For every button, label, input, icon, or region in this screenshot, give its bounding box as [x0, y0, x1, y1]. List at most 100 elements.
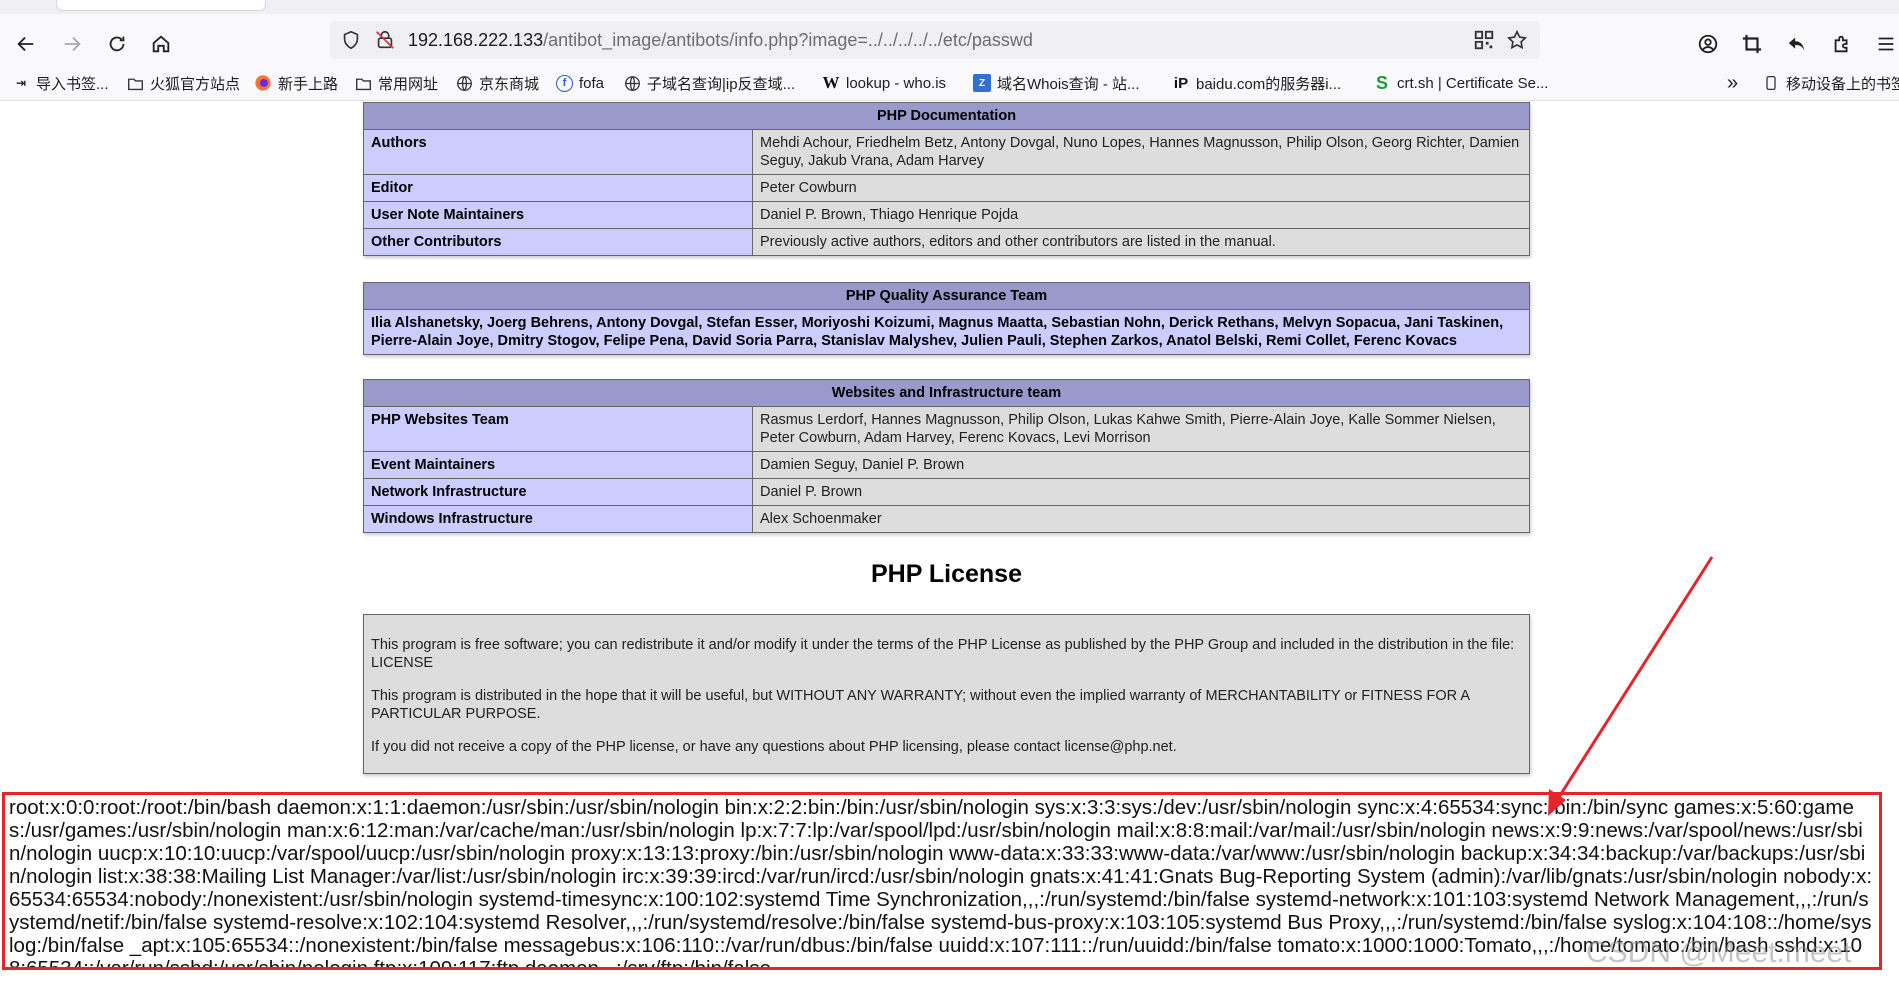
- table-row: User Note Maintainers Daniel P. Brown, Th…: [363, 201, 1530, 229]
- bookmark-common-urls[interactable]: 常用网址: [354, 73, 438, 93]
- row-key: User Note Maintainers: [363, 201, 753, 229]
- bookmark-baidu-ip[interactable]: iP baidu.com的服务器i...: [1172, 73, 1341, 93]
- table-row: Editor Peter Cowburn: [363, 174, 1530, 202]
- account-icon: [1698, 34, 1718, 54]
- php-qa-team-table: PHP Quality Assurance Team Ilia Alshanet…: [363, 282, 1530, 355]
- active-tab[interactable]: [56, 0, 266, 11]
- row-key: Other Contributors: [363, 228, 753, 256]
- table-header: Websites and Infrastructure team: [363, 379, 1530, 407]
- bookmark-label: 导入书签...: [36, 75, 109, 93]
- forward-button[interactable]: [58, 30, 86, 58]
- bookmark-label: 子域名查询|ip反查域...: [647, 75, 796, 93]
- watermark: CSDN @Meet.meet: [1586, 936, 1852, 969]
- fofa-icon: f: [556, 74, 573, 92]
- row-key: Authors: [363, 129, 753, 175]
- qr-code-icon[interactable]: [1473, 29, 1495, 51]
- chevron-double-right-icon: »: [1727, 71, 1739, 94]
- site-icon: Z: [973, 74, 991, 92]
- row-key: Network Infrastructure: [363, 478, 753, 506]
- crtsh-icon: S: [1375, 72, 1388, 93]
- bookmark-label: 常用网址: [378, 75, 439, 93]
- row-value: Damien Seguy, Daniel P. Brown: [752, 451, 1530, 479]
- bookmark-whois-query[interactable]: Z 域名Whois查询 - 站...: [973, 73, 1140, 93]
- menu-button[interactable]: [1872, 30, 1899, 58]
- globe-icon: [623, 74, 641, 92]
- license-paragraph: This program is distributed in the hope …: [371, 688, 1470, 722]
- bookmark-label: baidu.com的服务器i...: [1196, 75, 1342, 93]
- row-key: Event Maintainers: [363, 451, 753, 479]
- table-row: Authors Mehdi Achour, Friedhelm Betz, Ant…: [363, 129, 1530, 175]
- mobile-bookmarks[interactable]: 移动设备上的书签: [1762, 73, 1899, 93]
- bookmark-crtsh[interactable]: Scrt.sh | Certificate Se...: [1373, 73, 1548, 93]
- firefox-icon: [254, 74, 272, 92]
- extensions-button[interactable]: [1828, 30, 1856, 58]
- navigation-toolbar: 192.168.222.133/antibot_image/antibots/i…: [0, 14, 1899, 66]
- bookmark-fofa[interactable]: f fofa: [556, 73, 604, 93]
- crop-icon: [1742, 34, 1762, 54]
- table-row: Other Contributors Previously active auth…: [363, 228, 1530, 256]
- url-host: 192.168.222.133: [408, 30, 544, 50]
- tab-strip: [0, 0, 1899, 14]
- row-value: Previously active authors, editors and o…: [752, 228, 1530, 256]
- license-text-box: This program is free software; you can r…: [363, 614, 1530, 774]
- table-row: Ilia Alshanetsky, Joerg Behrens, Antony …: [363, 309, 1530, 355]
- undo-icon: [1788, 37, 1805, 51]
- insecure-lock-icon[interactable]: [374, 29, 396, 51]
- globe-icon: [455, 74, 473, 92]
- home-button[interactable]: [147, 30, 175, 58]
- bookmark-whois-lookup[interactable]: Wlookup - who.is: [822, 73, 947, 93]
- license-heading: PHP License: [870, 560, 1022, 588]
- bookmark-label: 移动设备上的书签: [1786, 75, 1899, 93]
- table-row: Event Maintainers Damien Seguy, Daniel P.…: [363, 451, 1530, 479]
- row-value: Daniel P. Brown: [752, 478, 1530, 506]
- folder-icon: [126, 74, 144, 92]
- address-bar[interactable]: 192.168.222.133/antibot_image/antibots/i…: [330, 21, 1540, 59]
- bookmark-jd[interactable]: 京东商城: [455, 73, 539, 93]
- bookmark-getting-started[interactable]: 新手上路: [254, 73, 338, 93]
- undo-button[interactable]: [1783, 30, 1811, 58]
- puzzle-icon: [1834, 35, 1848, 53]
- reload-icon: [109, 36, 125, 52]
- bookmark-firefox-site[interactable]: 火狐官方站点: [126, 73, 240, 93]
- mobile-device-icon: [1762, 74, 1780, 92]
- qa-team-members: Ilia Alshanetsky, Joerg Behrens, Antony …: [363, 309, 1530, 355]
- table-row: Windows Infrastructure Alex Schoenmaker: [363, 505, 1530, 533]
- reload-button[interactable]: [103, 30, 131, 58]
- table-header: PHP Quality Assurance Team: [363, 282, 1530, 310]
- back-button[interactable]: [12, 30, 40, 58]
- url-path: /antibot_image/antibots/info.php?image=.…: [543, 30, 1033, 50]
- bookmark-label: crt.sh | Certificate Se...: [1397, 74, 1549, 92]
- bookmark-label: 新手上路: [278, 75, 339, 93]
- bookmark-import[interactable]: ⇥ 导入书签...: [12, 73, 109, 93]
- home-icon: [152, 35, 170, 53]
- bookmarks-overflow-button[interactable]: »: [1727, 71, 1739, 94]
- whois-icon: W: [822, 73, 840, 92]
- table-header: PHP Documentation: [363, 102, 1530, 130]
- bookmark-label: 火狐官方站点: [150, 75, 241, 93]
- row-value: Peter Cowburn: [752, 174, 1530, 202]
- ip-icon: iP: [1173, 74, 1189, 92]
- back-arrow-icon: [17, 36, 34, 52]
- import-icon: ⇥: [15, 76, 27, 90]
- bookmark-label: fofa: [579, 74, 605, 92]
- row-key: Editor: [363, 174, 753, 202]
- account-button[interactable]: [1694, 30, 1722, 58]
- screenshot-button[interactable]: [1738, 30, 1766, 58]
- license-paragraph: If you did not receive a copy of the PHP…: [371, 739, 1177, 755]
- row-value: Alex Schoenmaker: [752, 505, 1530, 533]
- bookmark-subdomain[interactable]: 子域名查询|ip反查域...: [623, 73, 795, 93]
- websites-infrastructure-table: Websites and Infrastructure team PHP Web…: [363, 379, 1530, 533]
- row-value: Daniel P. Brown, Thiago Henrique Pojda: [752, 201, 1530, 229]
- license-paragraph: This program is free software; you can r…: [371, 637, 1515, 671]
- folder-icon: [354, 74, 372, 92]
- row-value: Mehdi Achour, Friedhelm Betz, Antony Dov…: [752, 129, 1530, 175]
- row-value: Rasmus Lerdorf, Hannes Magnusson, Philip…: [752, 406, 1530, 452]
- table-row: Network Infrastructure Daniel P. Brown: [363, 478, 1530, 506]
- url-text: 192.168.222.133/antibot_image/antibots/i…: [408, 30, 1033, 51]
- bookmark-star-icon[interactable]: [1506, 29, 1528, 51]
- forward-arrow-icon: [64, 36, 81, 52]
- shield-icon[interactable]: [340, 29, 362, 51]
- hamburger-menu-icon: [1878, 37, 1893, 51]
- bookmarks-toolbar: ⇥ 导入书签... 火狐官方站点 新手上路 常用网址 京东商城 f fofa 子域名…: [0, 66, 1899, 101]
- page-content: PHP Documentation Authors Mehdi Achour, F…: [0, 100, 1899, 985]
